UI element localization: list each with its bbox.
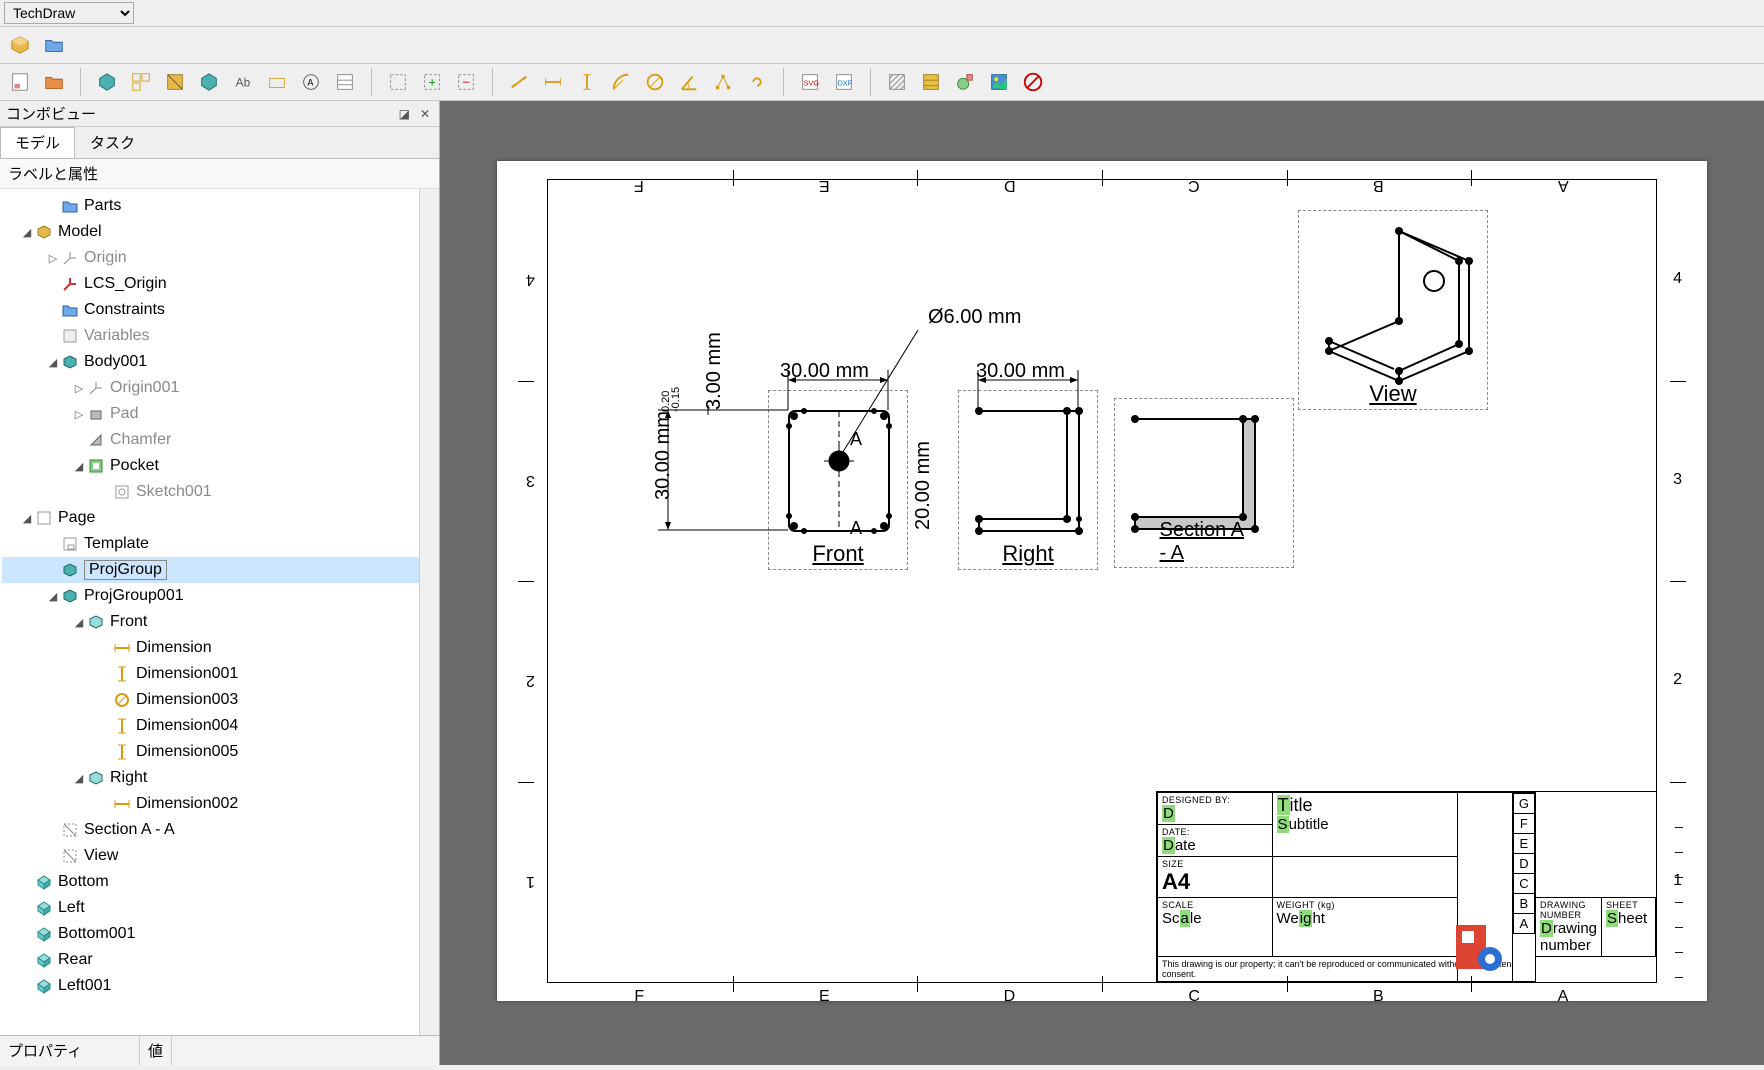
tool-detail-icon[interactable] (195, 68, 223, 96)
tool-clip-icon[interactable] (384, 68, 412, 96)
drawing-canvas[interactable]: FEDCBA FEDCBA 4321 4321 (440, 101, 1764, 1065)
svg-text:Ab: Ab (236, 76, 251, 90)
svg-text:+: + (428, 75, 436, 90)
tool-annotation-icon[interactable]: Ab (229, 68, 257, 96)
view-section[interactable]: Section A - A (1114, 398, 1294, 568)
tree-item-front[interactable]: ◢Front (2, 609, 437, 635)
toolbar-row-2: Ab A + − SVG DXF (0, 64, 1764, 101)
tree-item-projgroup001[interactable]: ◢ProjGroup001 (2, 583, 437, 609)
tree-item-lcs-origin[interactable]: LCS_Origin (2, 271, 437, 297)
tree-item-dimension003[interactable]: Dimension003 (2, 687, 437, 713)
title-block: DESIGNED BY:D TitleSubtitle (1156, 791, 1656, 982)
tree-header: ラベルと属性 (0, 159, 439, 189)
svg-text:DXF: DXF (838, 79, 853, 88)
toolbar-row-1 (0, 27, 1764, 64)
tree-scrollbar[interactable] (419, 189, 439, 1035)
tree-item-template[interactable]: Template (2, 531, 437, 557)
tree-item-bottom001[interactable]: Bottom001 (2, 921, 437, 947)
tree-item-sketch001[interactable]: Sketch001 (2, 479, 437, 505)
new-part-icon[interactable] (6, 31, 34, 59)
tree-item-model[interactable]: ◢Model (2, 219, 437, 245)
tool-draft-icon[interactable] (263, 68, 291, 96)
geom-hatch-icon[interactable] (917, 68, 945, 96)
export-dxf-icon[interactable]: DXF (830, 68, 858, 96)
tab-model[interactable]: モデル (0, 127, 75, 158)
combo-view-panel: コンボビュー ◪ ✕ モデル タスク ラベルと属性 Parts◢Model▷Or… (0, 101, 440, 1065)
model-tree[interactable]: Parts◢Model▷OriginLCS_OriginConstraintsV… (0, 189, 439, 1035)
panel-undock-icon[interactable]: ◪ (396, 107, 413, 121)
tool-clip-add-icon[interactable]: + (418, 68, 446, 96)
tree-item-dimension[interactable]: Dimension (2, 635, 437, 661)
tree-item-chamfer[interactable]: Chamfer (2, 427, 437, 453)
tool-section-icon[interactable] (161, 68, 189, 96)
tree-item-dimension004[interactable]: Dimension004 (2, 713, 437, 739)
view-iso[interactable]: View (1298, 210, 1488, 410)
tree-item-left[interactable]: Left (2, 895, 437, 921)
tool-multiview-icon[interactable] (127, 68, 155, 96)
view-right[interactable]: Right (958, 390, 1098, 570)
property-header: プロパティ 値 (0, 1035, 439, 1065)
tree-item-pocket[interactable]: ◢Pocket (2, 453, 437, 479)
dim-radius-icon[interactable] (607, 68, 635, 96)
tree-item-bottom[interactable]: Bottom (2, 869, 437, 895)
svg-text:A: A (307, 78, 314, 88)
dim-horizontal-icon[interactable] (539, 68, 567, 96)
image-icon[interactable] (985, 68, 1013, 96)
export-svg-icon[interactable]: SVG (796, 68, 824, 96)
tool-view-icon[interactable] (93, 68, 121, 96)
dim-diameter-icon[interactable] (641, 68, 669, 96)
dim-hole[interactable]: Ø6.00 mm (928, 306, 1021, 329)
tree-item-dimension001[interactable]: Dimension001 (2, 661, 437, 687)
tree-item-right[interactable]: ◢Right (2, 765, 437, 791)
tool-open-icon[interactable] (40, 68, 68, 96)
panel-close-icon[interactable]: ✕ (417, 107, 433, 121)
tree-item-origin[interactable]: ▷Origin (2, 245, 437, 271)
tree-item-dimension005[interactable]: Dimension005 (2, 739, 437, 765)
panel-title-text: コンボビュー (6, 103, 96, 124)
tree-item-page[interactable]: ◢Page (2, 505, 437, 531)
tree-item-origin001[interactable]: ▷Origin001 (2, 375, 437, 401)
tree-item-variables[interactable]: Variables (2, 323, 437, 349)
tool-spreadsheet-icon[interactable] (331, 68, 359, 96)
tree-item-view[interactable]: View (2, 843, 437, 869)
tree-item-projgroup[interactable]: ProjGroup (2, 557, 437, 583)
tree-item-constraints[interactable]: Constraints (2, 297, 437, 323)
tree-item-section-a-a[interactable]: Section A - A (2, 817, 437, 843)
hatch-icon[interactable] (883, 68, 911, 96)
tree-item-body001[interactable]: ◢Body001 (2, 349, 437, 375)
tree-item-parts[interactable]: Parts (2, 193, 437, 219)
workbench-selector[interactable]: TechDraw (4, 2, 134, 24)
freecad-logo-icon (1448, 917, 1508, 977)
drawing-frame: FEDCBA FEDCBA 4321 4321 (547, 179, 1657, 983)
dim-link-icon[interactable] (743, 68, 771, 96)
tab-task[interactable]: タスク (75, 127, 150, 158)
tool-arch-icon[interactable]: A (297, 68, 325, 96)
tree-item-dimension002[interactable]: Dimension002 (2, 791, 437, 817)
toggle-frame-icon[interactable] (1019, 68, 1047, 96)
tool-clip-remove-icon[interactable]: − (452, 68, 480, 96)
dim-angle3pt-icon[interactable] (709, 68, 737, 96)
tree-item-rear[interactable]: Rear (2, 947, 437, 973)
dim-vertical-icon[interactable] (573, 68, 601, 96)
tree-item-pad[interactable]: ▷Pad (2, 401, 437, 427)
svg-text:−: − (462, 75, 470, 90)
tool-page-icon[interactable] (6, 68, 34, 96)
tree-item-left001[interactable]: Left001 (2, 973, 437, 999)
dim-length-icon[interactable] (505, 68, 533, 96)
folder-icon[interactable] (40, 31, 68, 59)
svg-text:SVG: SVG (804, 79, 820, 88)
dim-angle-icon[interactable] (675, 68, 703, 96)
symbol-icon[interactable] (951, 68, 979, 96)
